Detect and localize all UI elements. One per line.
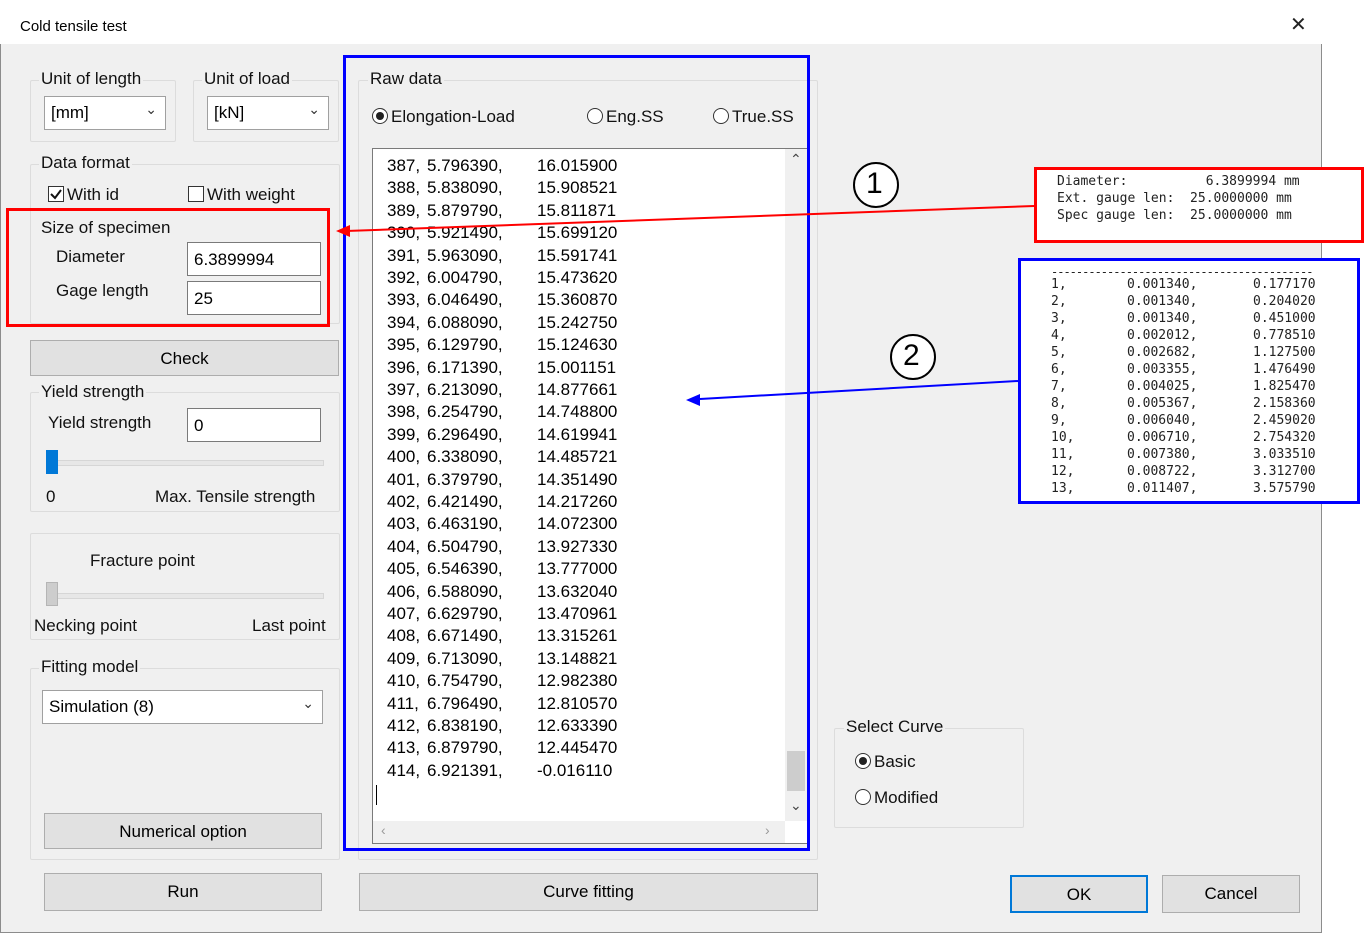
file-data-cell: 13,: [1051, 481, 1075, 496]
file-data-cell: 2.459020: [1253, 413, 1316, 428]
file-data-cell: 1.127500: [1253, 345, 1316, 360]
file-data-cell: 0.204020: [1253, 294, 1316, 309]
file-header-line: Spec gauge len: 25.0000000 mm: [1057, 208, 1292, 223]
file-data-cell: 5,: [1051, 345, 1067, 360]
file-data-cell: 11,: [1051, 447, 1075, 462]
file-data-cell: 0.177170: [1253, 277, 1316, 292]
file-header-line: Ext. gauge len: 25.0000000 mm: [1057, 191, 1292, 206]
file-data-cell: 7,: [1051, 379, 1067, 394]
file-data-cell: 0.006040,: [1127, 413, 1198, 428]
file-data-cell: 8,: [1051, 396, 1067, 411]
file-data-cell: 2,: [1051, 294, 1067, 309]
file-data-cell: 0.006710,: [1127, 430, 1198, 445]
red-arrow-line: [345, 205, 1035, 232]
file-header-line: Diameter: 6.3899994 mm: [1057, 174, 1300, 189]
callout-1-number: 1: [866, 167, 883, 200]
file-data-cell: 2.754320: [1253, 430, 1316, 445]
file-data-cell: 3.575790: [1253, 481, 1316, 496]
blue-arrow-head: [686, 394, 700, 406]
file-data-cell: 0.778510: [1253, 328, 1316, 343]
blue-arrow-line: [699, 380, 1019, 400]
callout-2-number: 2: [903, 339, 920, 372]
file-data-cell: 0.001340,: [1127, 294, 1198, 309]
file-data-cell: 0.008722,: [1127, 464, 1198, 479]
file-data-cell: 0.001340,: [1127, 311, 1198, 326]
file-data-cell: 0.002682,: [1127, 345, 1198, 360]
file-data-cell: 1.476490: [1253, 362, 1316, 377]
red-arrow-head: [336, 225, 350, 237]
file-data-cell: 0.003355,: [1127, 362, 1198, 377]
file-data-cell: 0.007380,: [1127, 447, 1198, 462]
file-data-cell: 12,: [1051, 464, 1075, 479]
file-data-cell: 4,: [1051, 328, 1067, 343]
file-data-cell: 3.312700: [1253, 464, 1316, 479]
file-data-cell: 0.002012,: [1127, 328, 1198, 343]
file-data-cell: 3,: [1051, 311, 1067, 326]
file-data-box: ----------------------------------------…: [1018, 258, 1360, 504]
file-data-cell: 3.033510: [1253, 447, 1316, 462]
file-data-cell: 0.451000: [1253, 311, 1316, 326]
file-data-cell: 0.004025,: [1127, 379, 1198, 394]
file-data-cell: 1,: [1051, 277, 1067, 292]
file-header-box: Diameter: 6.3899994 mm Ext. gauge len: 25…: [1034, 167, 1364, 243]
file-data-cell: 1.825470: [1253, 379, 1316, 394]
file-data-cell: 6,: [1051, 362, 1067, 377]
file-data-cell: 0.005367,: [1127, 396, 1198, 411]
file-data-cell: 2.158360: [1253, 396, 1316, 411]
file-data-cell: 10,: [1051, 430, 1075, 445]
file-data-cell: 9,: [1051, 413, 1067, 428]
file-data-cell: 0.011407,: [1127, 481, 1198, 496]
file-data-cell: 0.001340,: [1127, 277, 1198, 292]
